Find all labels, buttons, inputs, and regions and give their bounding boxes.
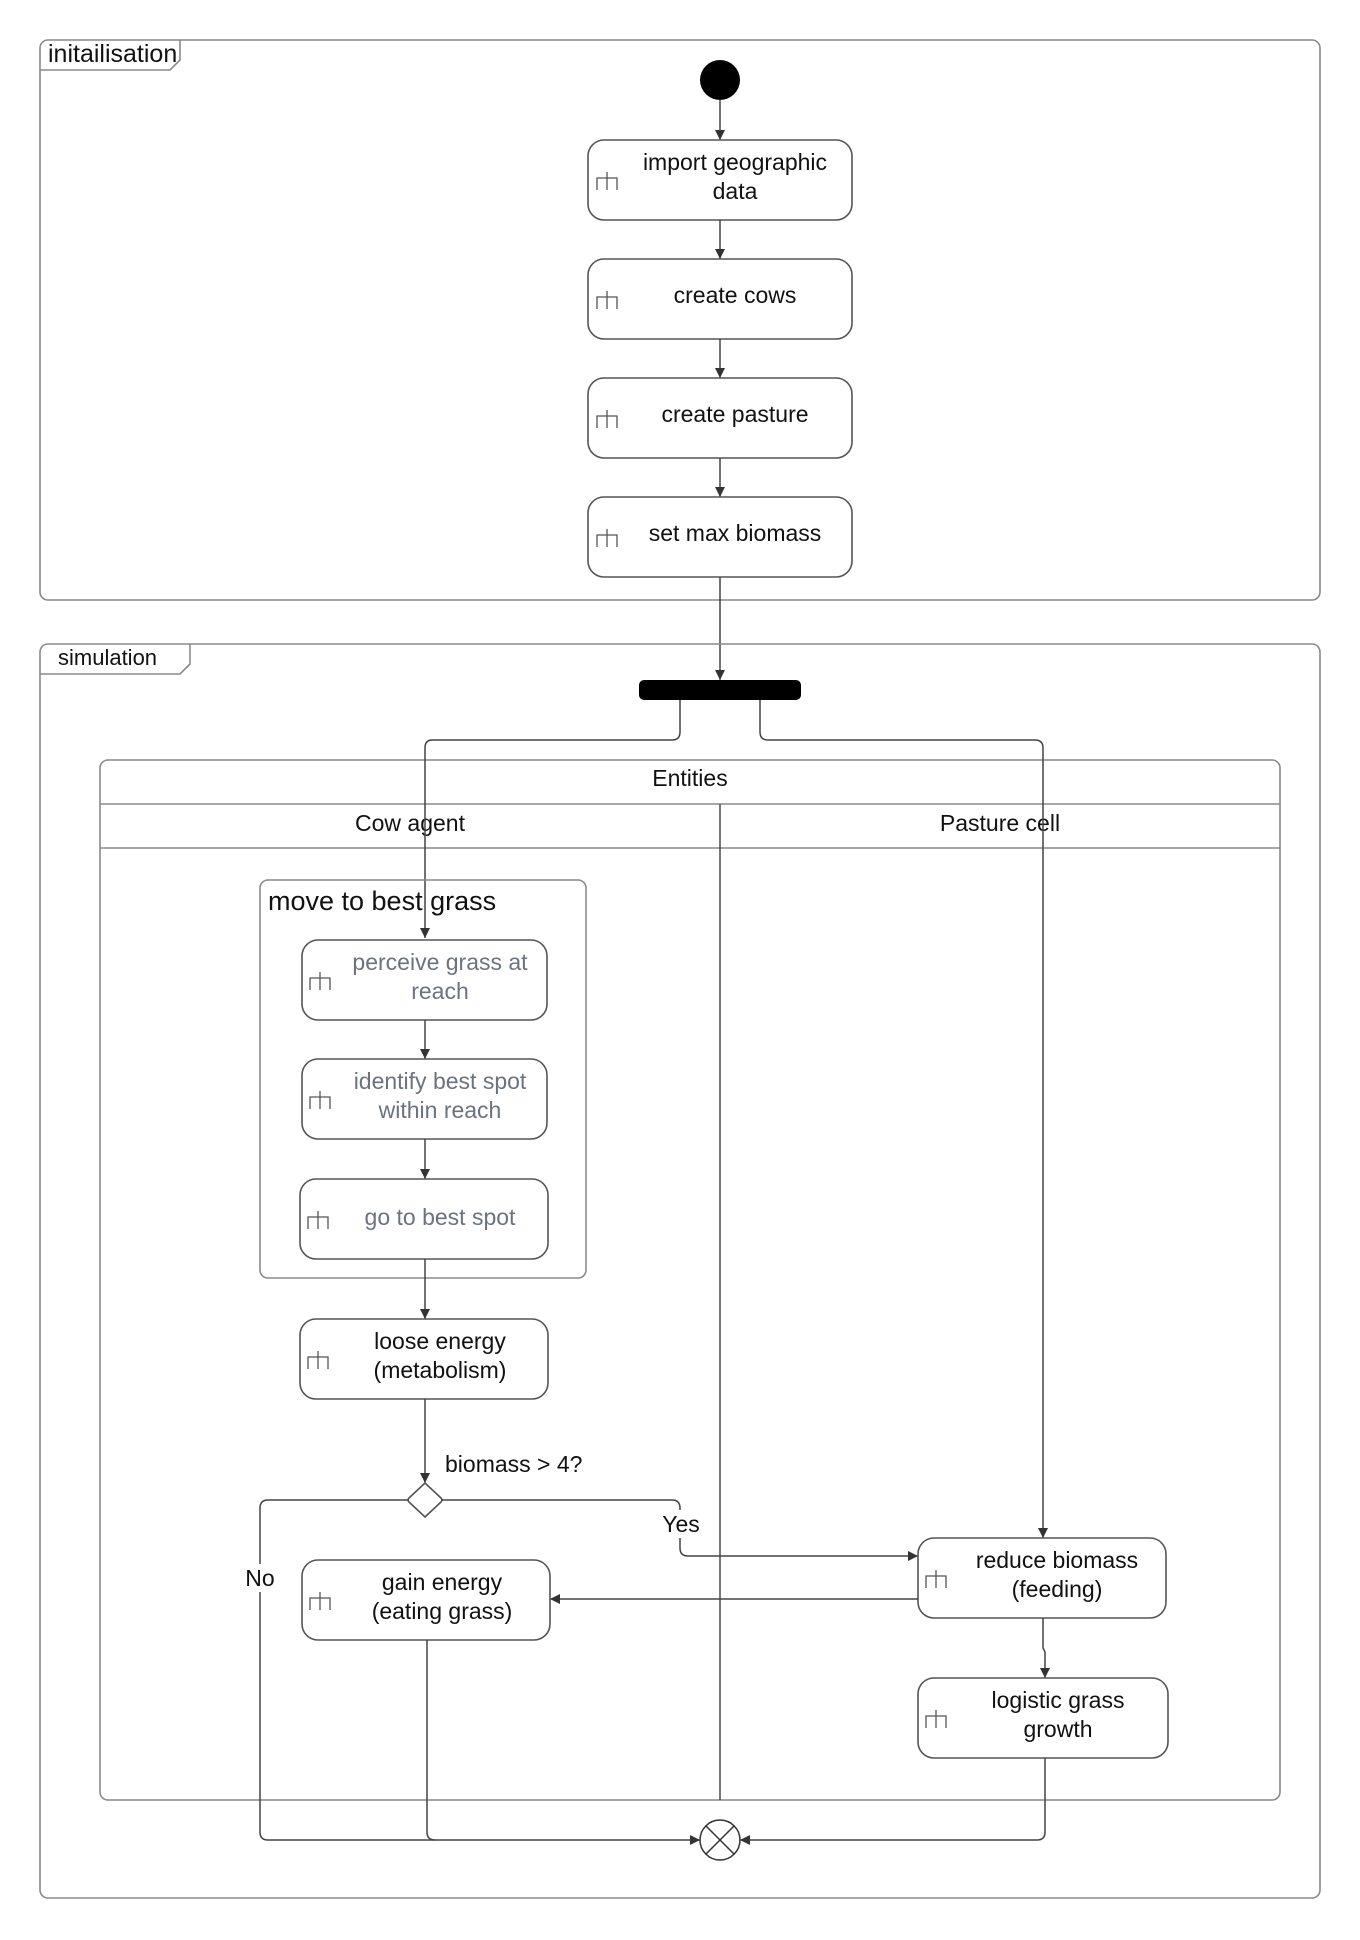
action-identify-best-spot[interactable]: identify best spot within reach — [301, 1058, 548, 1140]
action-label: reduce biomass — [976, 1547, 1138, 1573]
lane-header-cow-agent: Cow agent — [355, 810, 466, 836]
action-label: set max biomass — [649, 520, 822, 546]
swimlane-title: Entities — [652, 765, 727, 791]
action-create-cows[interactable]: create cows — [587, 258, 853, 340]
action-label: (feeding) — [1012, 1576, 1103, 1602]
action-label: reach — [411, 978, 469, 1004]
action-perceive-grass[interactable]: perceive grass at reach — [301, 939, 548, 1021]
flow-final-icon — [699, 1819, 741, 1861]
action-label: data — [713, 178, 758, 204]
action-import-geographic-data[interactable]: import geographic data — [587, 139, 853, 221]
action-loose-energy[interactable]: loose energy (metabolism) — [299, 1318, 549, 1400]
action-label: growth — [1023, 1716, 1092, 1742]
action-reduce-biomass[interactable]: reduce biomass (feeding) — [917, 1537, 1167, 1619]
initialisation-frame-title: initailisation — [48, 40, 177, 68]
swimlane-container: Entities Cow agent Pasture cell — [99, 759, 1281, 1801]
activity-diagram: initailisation import geographic data cr… — [39, 39, 1321, 1899]
action-logistic-grass-growth[interactable]: logistic grass growth — [917, 1677, 1169, 1759]
action-label: (metabolism) — [374, 1357, 507, 1383]
action-gain-energy[interactable]: gain energy (eating grass) — [301, 1559, 551, 1641]
action-label: gain energy — [382, 1569, 503, 1595]
action-label: (eating grass) — [372, 1598, 513, 1624]
flow-growth-to-final — [740, 1758, 1046, 1845]
action-label: loose energy — [374, 1328, 506, 1354]
flow-no-to-final — [259, 1499, 700, 1845]
action-label: import geographic — [643, 149, 827, 175]
decision-no-label: No — [245, 1565, 274, 1591]
action-label: within reach — [378, 1097, 502, 1123]
action-label: create cows — [674, 282, 797, 308]
decision-yes-label: Yes — [662, 1511, 700, 1537]
action-label: identify best spot — [354, 1068, 527, 1094]
decision-label: biomass > 4? — [445, 1451, 582, 1477]
flow-gain-to-final — [426, 1640, 436, 1841]
decision-node — [407, 1481, 443, 1519]
lane-header-pasture-cell: Pasture cell — [940, 810, 1060, 836]
initial-node-icon — [700, 60, 740, 100]
action-set-max-biomass[interactable]: set max biomass — [587, 496, 853, 578]
group-title: move to best grass — [268, 886, 496, 916]
action-label: perceive grass at — [352, 949, 528, 975]
action-label: go to best spot — [365, 1204, 516, 1230]
fork-bar-icon — [639, 680, 801, 700]
action-label: create pasture — [661, 401, 808, 427]
action-label: logistic grass — [992, 1687, 1125, 1713]
simulation-frame-title: simulation — [58, 645, 157, 670]
flow-reduce-to-growth — [1040, 1618, 1050, 1678]
action-create-pasture[interactable]: create pasture — [587, 377, 853, 459]
action-go-to-best-spot[interactable]: go to best spot — [299, 1178, 549, 1260]
